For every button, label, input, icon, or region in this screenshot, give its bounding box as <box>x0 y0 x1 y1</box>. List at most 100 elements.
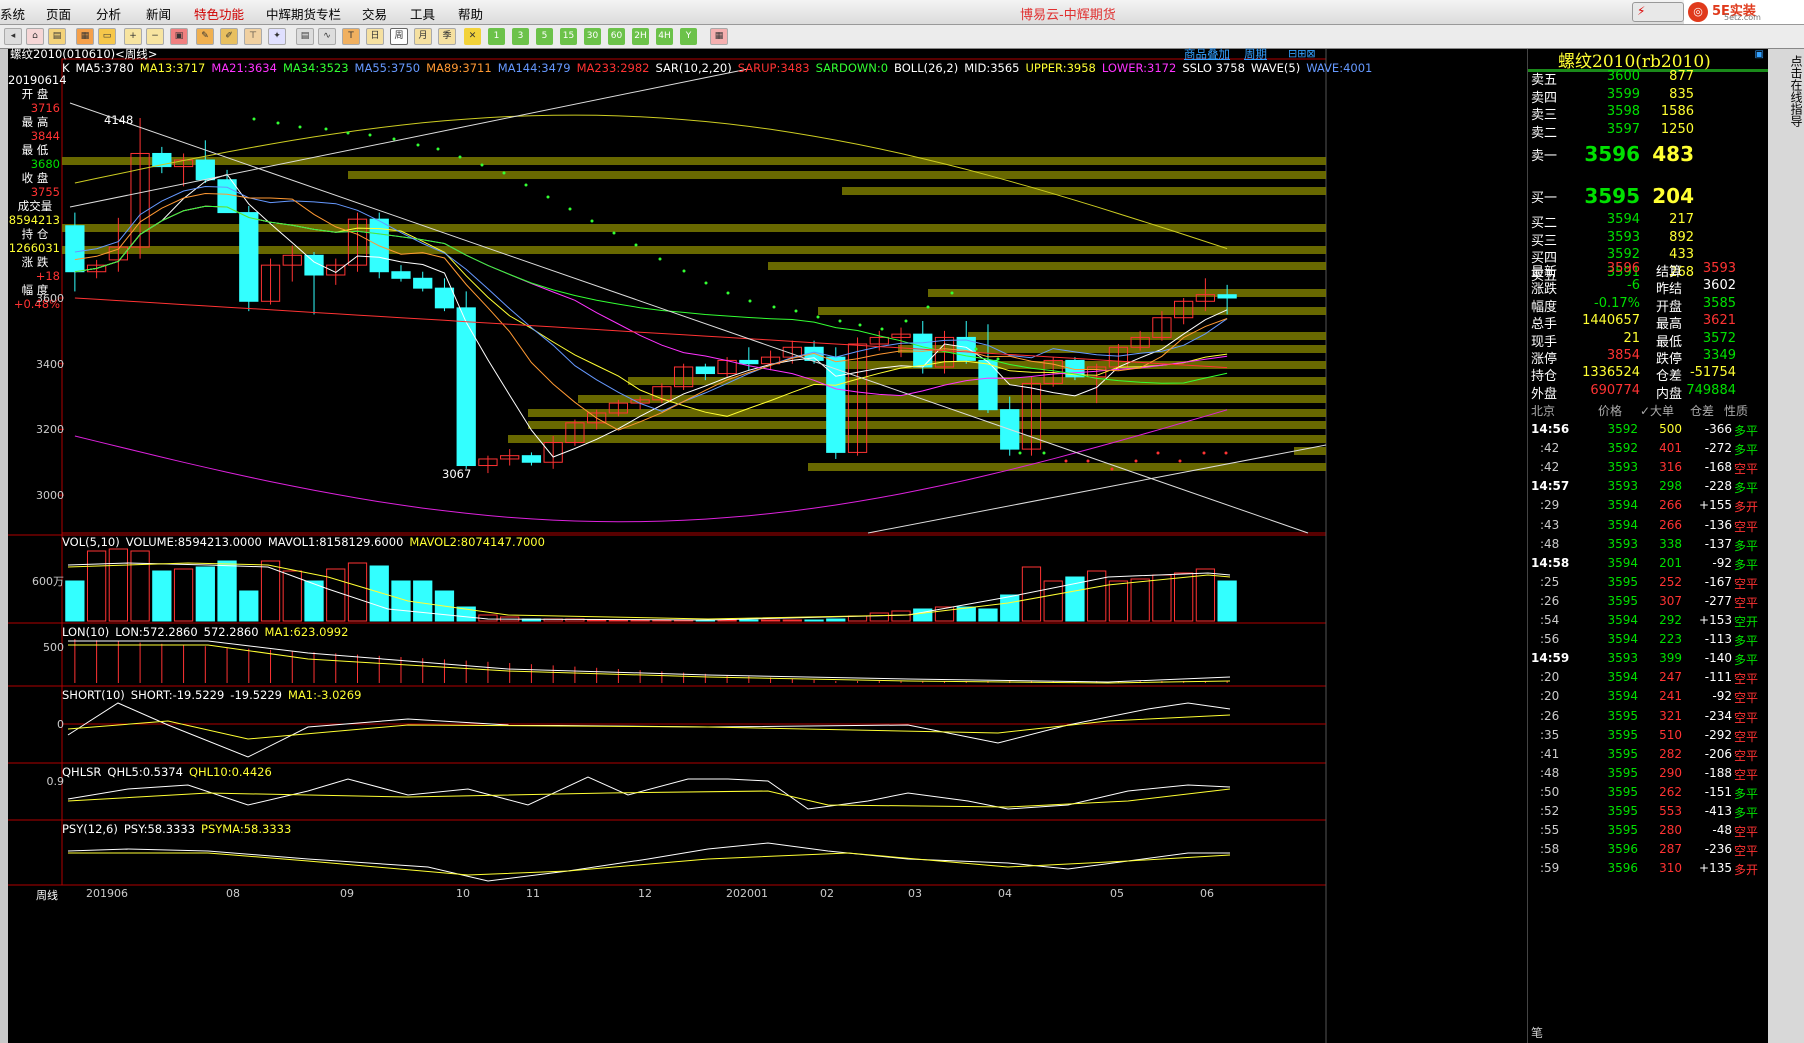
filter-icon[interactable]: ⊤ <box>244 28 262 45</box>
volume-bar <box>804 619 824 622</box>
ask-label: 卖五 <box>1531 73 1558 88</box>
main-indicator-item: MA144:3479 <box>497 61 571 75</box>
sar-dot <box>1202 451 1206 455</box>
monthly-icon[interactable]: 月 <box>414 28 432 45</box>
daily-icon[interactable]: 日 <box>366 28 384 45</box>
menu-analysis[interactable]: 分析 <box>96 4 121 23</box>
pen-icon[interactable]: ✎ <box>196 28 214 45</box>
tick-nature: 空平 <box>1734 710 1759 725</box>
period-5[interactable]: 5 <box>536 28 553 45</box>
draw-icon[interactable]: ✐ <box>220 28 238 45</box>
tick-price: 3595 <box>1607 708 1638 723</box>
menu-special[interactable]: 特色功能 <box>194 4 244 23</box>
sar-dot <box>880 327 884 331</box>
period-year[interactable]: Y <box>680 28 697 45</box>
ask-volume: 1586 <box>1660 104 1694 119</box>
left-tab-strip[interactable] <box>0 49 8 1043</box>
window-icon[interactable]: ▭ <box>98 28 116 45</box>
main-indicator-item: BOLL(26,2) <box>894 61 959 75</box>
tick-price: 3595 <box>1607 593 1638 608</box>
overlay-link[interactable]: 商品叠加 <box>1184 46 1230 62</box>
bar-info-label: 最 低 <box>21 143 49 157</box>
trade-button[interactable]: ⚡ <box>1632 2 1684 22</box>
tick-time: :55 <box>1540 823 1560 838</box>
volume-bar <box>1195 568 1216 622</box>
volume-header: VOL(5,10) VOLUME:8594213.0000 MAVOL1:81581… <box>62 535 551 549</box>
menu-news[interactable]: 新闻 <box>146 4 171 23</box>
menu-page[interactable]: 页面 <box>46 4 71 23</box>
tick-nature: 多平 <box>1734 557 1759 572</box>
zoom-in-icon[interactable]: + <box>124 28 142 45</box>
menu-tools[interactable]: 工具 <box>410 4 435 23</box>
stat-value: 3621 <box>1702 313 1736 329</box>
period-2h[interactable]: 2H <box>632 28 649 45</box>
tick-time: :25 <box>1540 574 1560 589</box>
tick-nature: 空平 <box>1734 576 1759 591</box>
weekly-icon[interactable]: 周 <box>390 28 408 45</box>
tick-price: 3595 <box>1607 784 1638 799</box>
tick-oi-change: -292 <box>1704 727 1732 742</box>
tick-oi-change: -151 <box>1704 784 1732 799</box>
tick-price: 3593 <box>1607 536 1638 551</box>
folder-icon[interactable]: ▤ <box>48 28 66 45</box>
panel-toggle-icon[interactable]: ▣ <box>1755 49 1764 60</box>
lon-indicator-item: LON(10) <box>62 625 110 639</box>
ask-price: 3597 <box>1606 121 1640 137</box>
short-indicator-item: -19.5229 <box>230 688 283 702</box>
period-3[interactable]: 3 <box>512 28 529 45</box>
main-indicator-item: WAVE(5) <box>1250 61 1301 75</box>
home-icon[interactable]: ⌂ <box>26 28 44 45</box>
volume-profile-bar <box>528 421 1326 429</box>
line-chart-icon[interactable]: ∿ <box>318 28 336 45</box>
bid-label: 买一 <box>1531 191 1558 206</box>
period-4h[interactable]: 4H <box>656 28 673 45</box>
pane-controls-icon[interactable]: ⊟⊞⊠ <box>1288 47 1316 60</box>
stat-value: -51754 <box>1689 365 1736 381</box>
period-30[interactable]: 30 <box>584 28 601 45</box>
volume-profile-bar <box>808 463 1326 471</box>
sar-dot <box>1134 459 1138 463</box>
back-icon[interactable]: ◂ <box>4 28 22 45</box>
menu-zhonghui[interactable]: 中辉期货专栏 <box>266 4 341 23</box>
menu-trade[interactable]: 交易 <box>362 4 387 23</box>
online-guide-tab[interactable]: 点击在线指导 <box>1782 55 1803 127</box>
news-icon[interactable]: ✦ <box>268 28 286 45</box>
stat-value: 1440657 <box>1582 313 1640 329</box>
layout-icon[interactable]: ▣ <box>170 28 188 45</box>
period-x-icon[interactable]: ✕ <box>464 28 481 45</box>
period-1[interactable]: 1 <box>488 28 505 45</box>
stat-value: -6 <box>1627 278 1640 294</box>
candle-body <box>239 212 259 302</box>
volume-bar <box>108 548 128 622</box>
right-side-tab[interactable]: 点击在线指导 <box>1768 49 1804 1043</box>
tick-time: :48 <box>1540 536 1560 551</box>
tick-time: :26 <box>1540 708 1560 723</box>
tick-price: 3594 <box>1607 517 1638 532</box>
menu-help[interactable]: 帮助 <box>458 4 483 23</box>
ask-volume: 835 <box>1669 86 1694 102</box>
chart-area[interactable]: 螺纹2010(010610)<周线> 商品叠加 周期 ⊟⊞⊠ K MA5:3780… <box>8 46 1526 1043</box>
candle-body <box>1217 294 1237 299</box>
short-indicator-item: MA1:-3.0269 <box>288 688 362 702</box>
menu-system[interactable]: 系统 <box>0 4 25 23</box>
tick-nature: 空平 <box>1734 672 1759 687</box>
logo-sub: 5etz.com <box>1724 13 1761 22</box>
tick-icon[interactable]: T <box>342 28 360 45</box>
table-icon[interactable]: ▤ <box>296 28 314 45</box>
tick-time: 14:58 <box>1531 555 1570 570</box>
quarter-icon[interactable]: 季 <box>438 28 456 45</box>
sar-dot <box>904 319 908 323</box>
main-indicator-item: MA21:3634 <box>211 61 277 75</box>
volume-bar <box>347 562 368 622</box>
tick-oi-change: +153 <box>1699 613 1732 627</box>
period-15[interactable]: 15 <box>560 28 577 45</box>
zoom-out-icon[interactable]: − <box>146 28 164 45</box>
period-60[interactable]: 60 <box>608 28 625 45</box>
calc-icon[interactable]: ▦ <box>710 28 728 45</box>
chart-icon[interactable]: ▦ <box>76 28 94 45</box>
x-axis: 周线 201906 08 09 10 11 12 202001 02 03 04 05 06 <box>8 887 1326 902</box>
tick-oi-change: -234 <box>1704 708 1732 723</box>
period-link[interactable]: 周期 <box>1244 46 1267 62</box>
bar-info-value: 3716 <box>30 101 60 115</box>
x-axis-label: 06 <box>1200 887 1214 900</box>
